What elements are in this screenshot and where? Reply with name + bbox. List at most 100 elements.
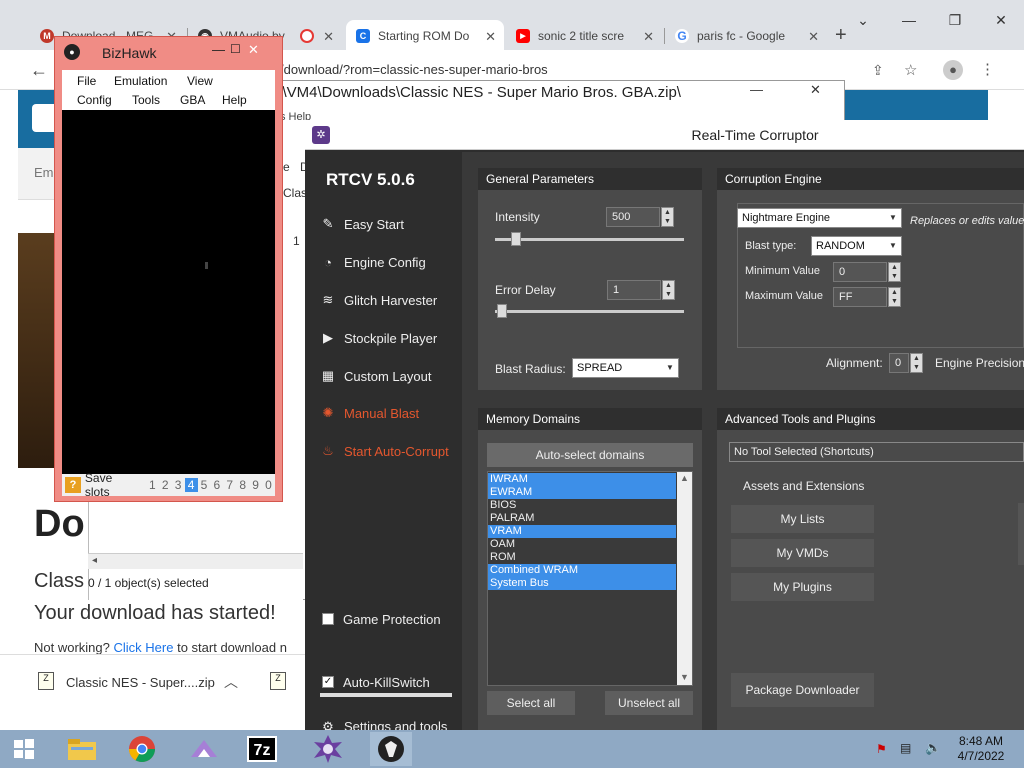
save-slot-8[interactable]: 8 xyxy=(236,478,249,492)
network-icon[interactable]: ▤ xyxy=(900,741,911,755)
nav-settings[interactable]: ⚙ Settings and tools xyxy=(320,719,447,730)
auto-killswitch-checkbox[interactable]: ✓ xyxy=(322,676,334,688)
intensity-input[interactable]: 500 xyxy=(606,207,660,227)
tab-youtube[interactable]: ▶ sonic 2 title scre ✕ xyxy=(506,20,662,52)
auto-select-domains-button[interactable]: Auto-select domains xyxy=(487,443,693,467)
bookmark-star-icon[interactable]: ☆ xyxy=(904,61,917,79)
menu-kebab-icon[interactable]: ⋮ xyxy=(980,60,995,78)
emulator-screen[interactable] xyxy=(62,110,275,474)
chevron-up-icon[interactable]: ▲ xyxy=(680,473,689,483)
intensity-spinner[interactable]: ▲ ▼ xyxy=(661,207,674,227)
minimize-icon[interactable]: — xyxy=(886,0,932,40)
nav-easy-start[interactable]: ✎ Easy Start xyxy=(320,216,404,232)
menu-help[interactable]: Help xyxy=(222,93,247,107)
share-icon[interactable]: ⇪ xyxy=(872,62,884,79)
save-slot-5[interactable]: 5 xyxy=(198,478,211,492)
close-icon[interactable]: ✕ xyxy=(323,29,334,45)
minimize-icon[interactable]: — xyxy=(212,42,225,57)
intensity-slider-thumb[interactable] xyxy=(511,232,521,246)
error-delay-input[interactable]: 1 xyxy=(607,280,661,300)
address-bar[interactable]: /download/?rom=classic-nes-super-mario-b… xyxy=(280,62,548,77)
profile-avatar[interactable]: ● xyxy=(943,60,963,80)
tab-google[interactable]: G paris fc - Google ✕ xyxy=(665,20,827,52)
select-all-button[interactable]: Select all xyxy=(487,691,575,715)
maximum-value-input[interactable]: FF xyxy=(833,287,887,307)
tool-select[interactable]: No Tool Selected (Shortcuts) xyxy=(729,442,1024,462)
menu-tools[interactable]: Tools xyxy=(132,93,160,107)
blast-type-select[interactable]: RANDOM ▼ xyxy=(811,236,902,256)
save-slot-9[interactable]: 9 xyxy=(249,478,262,492)
taskbar-clock[interactable]: 8:48 AM 4/7/2022 xyxy=(948,734,1014,764)
minimize-icon[interactable]: — xyxy=(750,82,763,97)
maximize-icon[interactable]: ☐ xyxy=(230,42,241,56)
windows-start-icon[interactable] xyxy=(6,732,42,766)
save-slot-3[interactable]: 3 xyxy=(172,478,185,492)
domain-item[interactable]: IWRAM xyxy=(488,473,676,486)
close-icon[interactable]: ✕ xyxy=(810,82,821,98)
click-here-link[interactable]: Click Here xyxy=(114,640,174,655)
alignment-input[interactable]: 0 xyxy=(889,353,909,373)
menu-config[interactable]: Config xyxy=(77,93,112,107)
back-icon[interactable]: ← xyxy=(30,60,48,81)
error-delay-slider[interactable] xyxy=(495,310,684,313)
nav-custom-layout[interactable]: ▦ Custom Layout xyxy=(320,368,432,384)
maximize-icon[interactable]: ❐ xyxy=(932,0,978,40)
domain-item[interactable]: OAM xyxy=(488,538,676,551)
domain-item[interactable]: BIOS xyxy=(488,499,676,512)
action-center-flag-icon[interactable]: ⚑ xyxy=(876,742,887,756)
tab-starting-rom[interactable]: C Starting ROM Do ✕ xyxy=(346,20,504,52)
domain-item[interactable]: PALRAM xyxy=(488,512,676,525)
minimum-value-input[interactable]: 0 xyxy=(833,262,887,282)
chevron-up-icon[interactable]: ︿ xyxy=(224,672,238,692)
chrome-icon[interactable] xyxy=(124,732,160,766)
nav-glitch-harvester[interactable]: ≋ Glitch Harvester xyxy=(320,292,438,308)
chevron-down-icon[interactable]: ▼ xyxy=(680,672,689,682)
domain-item[interactable]: Combined WRAM xyxy=(488,564,676,577)
domain-item[interactable]: System Bus xyxy=(488,577,676,590)
menu-view[interactable]: View xyxy=(187,74,213,88)
game-protection-checkbox[interactable] xyxy=(322,613,334,625)
error-delay-slider-thumb[interactable] xyxy=(497,304,507,318)
download-item[interactable]: Classic NES - Super....zip xyxy=(66,675,215,690)
close-icon[interactable]: ✕ xyxy=(485,29,496,45)
domain-item[interactable]: ROM xyxy=(488,551,676,564)
intensity-slider[interactable] xyxy=(495,238,684,241)
save-slot-4[interactable]: 4 xyxy=(184,478,198,492)
engine-select[interactable]: Nightmare Engine ▼ xyxy=(737,208,902,228)
close-icon[interactable]: ✕ xyxy=(248,42,259,58)
unselect-all-button[interactable]: Unselect all xyxy=(605,691,693,715)
rtcv-taskbar-icon[interactable] xyxy=(310,732,346,766)
chevron-left-icon[interactable]: ◂ xyxy=(92,555,97,566)
save-slot-2[interactable]: 2 xyxy=(159,478,172,492)
package-downloader-button[interactable]: Package Downloader xyxy=(731,673,874,707)
chevron-down-icon[interactable]: ⌄ xyxy=(840,0,886,40)
save-slot-0[interactable]: 0 xyxy=(262,478,275,492)
horizontal-scrollbar[interactable] xyxy=(88,553,303,569)
menu-gba[interactable]: GBA xyxy=(180,93,205,107)
save-slot-1[interactable]: 1 xyxy=(146,478,159,492)
nav-manual-blast[interactable]: ✺ Manual Blast xyxy=(320,405,420,421)
error-delay-spinner[interactable]: ▲ ▼ xyxy=(662,280,675,300)
file-explorer-icon[interactable] xyxy=(64,732,100,766)
menu-file[interactable]: File xyxy=(77,74,96,88)
minimum-value-spinner[interactable]: ▲ ▼ xyxy=(888,262,901,282)
domain-item[interactable]: VRAM xyxy=(488,525,676,538)
tab-recording[interactable]: ✕ xyxy=(290,20,342,52)
bizhawk-taskbar-icon[interactable] xyxy=(370,732,412,766)
vertical-scrollbar[interactable] xyxy=(677,472,692,685)
my-lists-button[interactable]: My Lists xyxy=(731,505,874,533)
volume-icon[interactable]: 🔈 xyxy=(925,740,941,756)
vmaudio-taskbar-icon[interactable] xyxy=(186,732,222,766)
nav-emulators[interactable]: Em xyxy=(34,165,54,180)
close-icon[interactable]: ✕ xyxy=(643,29,654,45)
blast-radius-select[interactable]: SPREAD ▼ xyxy=(572,358,679,378)
alignment-spinner[interactable]: ▲ ▼ xyxy=(910,353,923,373)
save-slot-6[interactable]: 6 xyxy=(210,478,223,492)
7zip-icon[interactable]: 7z xyxy=(244,732,280,766)
save-slot-7[interactable]: 7 xyxy=(223,478,236,492)
nav-engine-config[interactable]: ◔ Engine Config xyxy=(320,254,426,270)
maximum-value-spinner[interactable]: ▲ ▼ xyxy=(888,287,901,307)
close-icon[interactable]: ✕ xyxy=(978,0,1024,40)
nav-stockpile-player[interactable]: ▶ Stockpile Player xyxy=(320,330,437,346)
my-plugins-button[interactable]: My Plugins xyxy=(731,573,874,601)
